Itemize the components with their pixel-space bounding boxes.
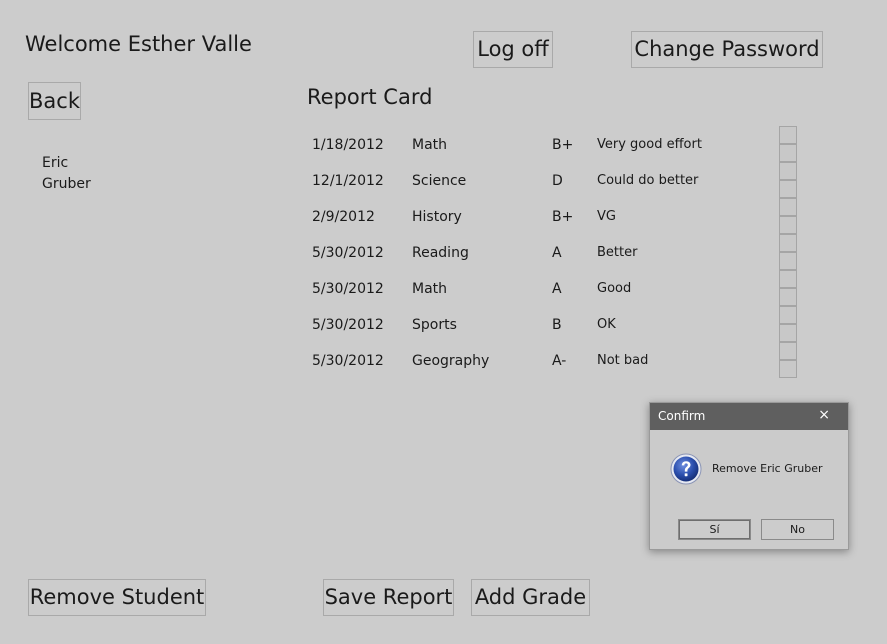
scrollbar-segment[interactable] — [779, 234, 797, 252]
scrollbar-segment[interactable] — [779, 270, 797, 288]
grade-row[interactable]: 12/1/2012 Science D Could do better — [312, 173, 732, 209]
grade-date: 12/1/2012 — [312, 173, 384, 189]
grade-value: A — [552, 281, 562, 297]
grade-value: A — [552, 245, 562, 261]
grade-subject: Sports — [412, 317, 457, 333]
student-list-item[interactable]: Eric Gruber — [42, 153, 122, 195]
scrollbar-segment[interactable] — [779, 306, 797, 324]
scrollbar-segment[interactable] — [779, 180, 797, 198]
report-card-title: Report Card — [307, 85, 433, 109]
grade-value: B+ — [552, 209, 574, 225]
grade-comment: OK — [597, 317, 616, 332]
report-scrollbar[interactable] — [779, 126, 797, 379]
close-icon[interactable]: × — [818, 403, 830, 428]
student-last-name: Gruber — [42, 176, 91, 192]
grade-comment: Very good effort — [597, 137, 702, 152]
yes-button[interactable]: Sí — [678, 519, 751, 540]
grade-subject: Geography — [412, 353, 490, 369]
log-off-button[interactable]: Log off — [473, 31, 553, 68]
grade-row[interactable]: 5/30/2012 Math A Good — [312, 281, 732, 317]
grade-row[interactable]: 5/30/2012 Sports B OK — [312, 317, 732, 353]
confirm-dialog: Confirm × Remove Eric Gruber Sí No — [649, 402, 849, 550]
grade-subject: Math — [412, 137, 448, 153]
scrollbar-segment[interactable] — [779, 162, 797, 180]
grade-value: B+ — [552, 137, 574, 153]
grade-row[interactable]: 5/30/2012 Reading A Better — [312, 245, 732, 281]
student-first-name: Eric — [42, 155, 69, 171]
scrollbar-segment[interactable] — [779, 342, 797, 360]
scrollbar-segment[interactable] — [779, 198, 797, 216]
grade-comment: Not bad — [597, 353, 649, 368]
save-report-button[interactable]: Save Report — [323, 579, 454, 616]
grade-date: 5/30/2012 — [312, 281, 384, 297]
grade-value: B — [552, 317, 562, 333]
welcome-message: Welcome Esther Valle — [25, 32, 252, 56]
grade-comment: VG — [597, 209, 616, 224]
grade-row[interactable]: 5/30/2012 Geography A- Not bad — [312, 353, 732, 389]
grade-date: 5/30/2012 — [312, 317, 384, 333]
grade-comment: Good — [597, 281, 632, 296]
back-button[interactable]: Back — [28, 82, 81, 120]
scrollbar-segment[interactable] — [779, 144, 797, 162]
grade-comment: Could do better — [597, 173, 699, 188]
grade-subject: History — [412, 209, 462, 225]
grade-date: 5/30/2012 — [312, 245, 384, 261]
grade-subject: Science — [412, 173, 467, 189]
dialog-title: Confirm — [658, 409, 706, 423]
scrollbar-segment[interactable] — [779, 252, 797, 270]
add-grade-button[interactable]: Add Grade — [471, 579, 590, 616]
grade-row[interactable]: 2/9/2012 History B+ VG — [312, 209, 732, 245]
dialog-message: Remove Eric Gruber — [712, 462, 823, 475]
grade-subject: Math — [412, 281, 448, 297]
grade-subject: Reading — [412, 245, 469, 261]
question-icon — [670, 453, 702, 485]
grade-date: 2/9/2012 — [312, 209, 375, 225]
grade-value: A- — [552, 353, 567, 369]
remove-student-button[interactable]: Remove Student — [28, 579, 206, 616]
scrollbar-segment[interactable] — [779, 126, 797, 144]
scrollbar-segment[interactable] — [779, 324, 797, 342]
grade-value: D — [552, 173, 563, 189]
scrollbar-segment[interactable] — [779, 288, 797, 306]
grade-date: 1/18/2012 — [312, 137, 384, 153]
grade-date: 5/30/2012 — [312, 353, 384, 369]
scrollbar-segment[interactable] — [779, 216, 797, 234]
change-password-button[interactable]: Change Password — [631, 31, 823, 68]
no-button[interactable]: No — [761, 519, 834, 540]
scrollbar-segment[interactable] — [779, 360, 797, 378]
grade-row[interactable]: 1/18/2012 Math B+ Very good effort — [312, 137, 732, 173]
grade-comment: Better — [597, 245, 638, 260]
